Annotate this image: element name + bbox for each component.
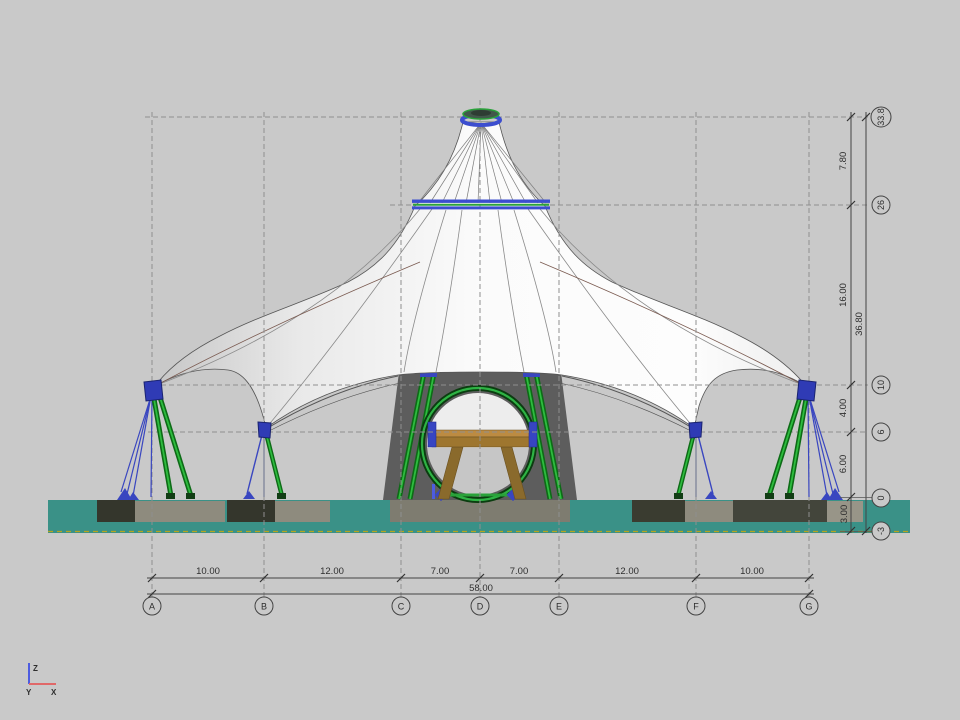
mast-head-node xyxy=(258,422,271,438)
grid-bubble-label-a: A xyxy=(149,602,155,612)
dim-label: 3.00 xyxy=(839,505,850,524)
dim-total-label: 58.00 xyxy=(469,583,493,594)
dim-label: 7.80 xyxy=(838,152,849,171)
level-bubble-label: 6 xyxy=(876,429,886,434)
level-bubble-label: 26 xyxy=(876,200,886,210)
grid-bubble-label-g: G xyxy=(805,602,812,612)
dim-label: 10.00 xyxy=(196,566,220,577)
grid-bubble-label-b: B xyxy=(261,602,267,612)
dim-label: 12.00 xyxy=(320,566,344,577)
grid-bubble-label-f: F xyxy=(693,602,699,612)
level-bubble-label: -3 xyxy=(876,527,886,535)
mast-head-node xyxy=(144,380,163,401)
level-bubble-label: 33.8 xyxy=(876,108,886,126)
ucs-y-label: Y xyxy=(26,688,32,697)
ground-platform xyxy=(48,500,910,533)
level-bubble-label: 0 xyxy=(876,495,886,500)
dim-label: 4.00 xyxy=(838,399,849,418)
grid-bubble-label-c: C xyxy=(398,602,405,612)
elevation-drawing: 10.00 12.00 7.00 7.00 12.00 10.00 58.00 … xyxy=(0,0,960,720)
dim-label: 6.00 xyxy=(838,455,849,474)
level-bubble-label: 10 xyxy=(876,380,886,390)
dim-label: 7.00 xyxy=(431,566,450,577)
mast-head-node xyxy=(797,380,816,401)
membrane-band xyxy=(412,200,550,210)
dim-total-label: 36.80 xyxy=(854,312,865,336)
grid-bubble-label-e: E xyxy=(556,602,562,612)
dim-label: 12.00 xyxy=(615,566,639,577)
ucs-z-label: Z xyxy=(33,664,38,673)
ucs-x-label: X xyxy=(51,688,57,697)
dim-label: 16.00 xyxy=(838,283,849,307)
mast-head-node xyxy=(689,422,702,438)
dim-label: 10.00 xyxy=(740,566,764,577)
base-rod xyxy=(432,484,435,499)
cad-viewport: 10.00 12.00 7.00 7.00 12.00 10.00 58.00 … xyxy=(0,0,960,720)
grid-bubble-label-d: D xyxy=(477,602,484,612)
dim-label: 7.00 xyxy=(510,566,529,577)
